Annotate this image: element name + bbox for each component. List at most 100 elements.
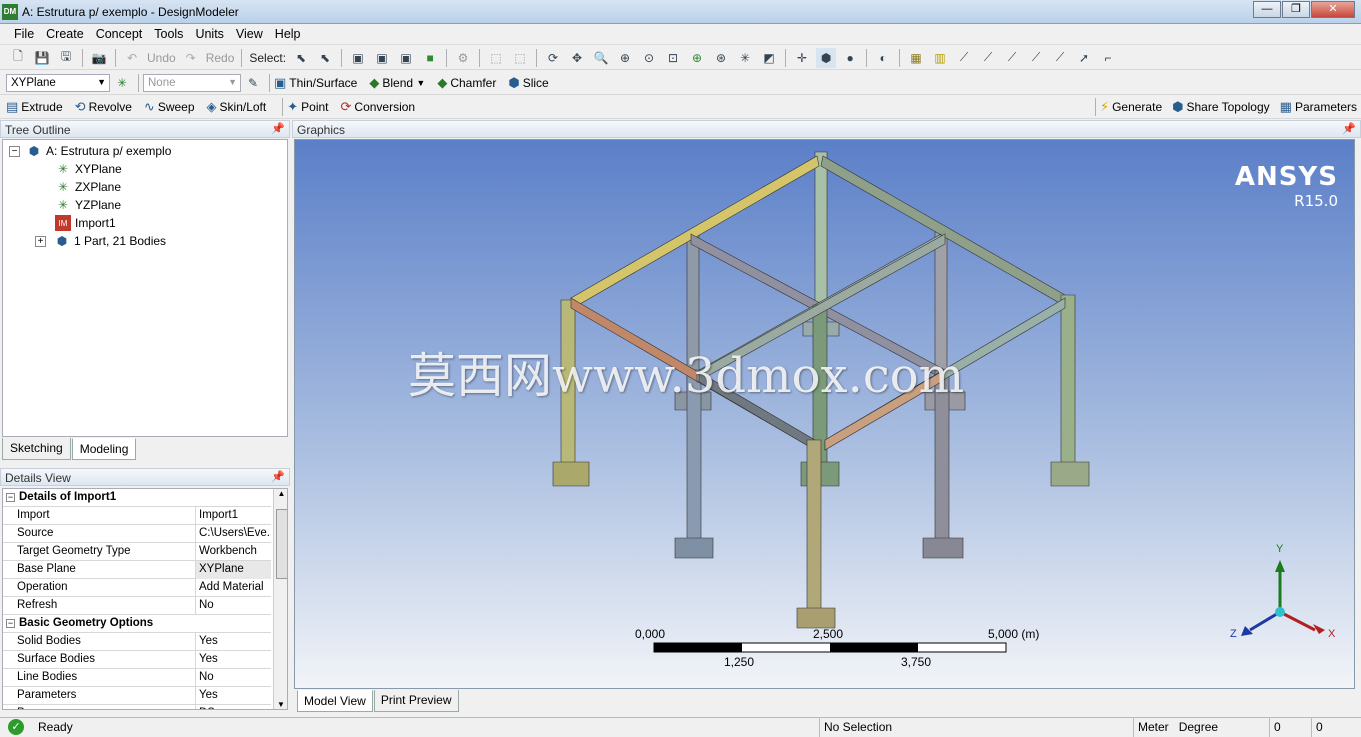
details-value[interactable]: XYPlane bbox=[195, 561, 271, 579]
line-tool3-icon[interactable]: ⟋ bbox=[1002, 48, 1022, 68]
tree-item-yzplane[interactable]: ✳ YZPlane bbox=[55, 196, 121, 214]
plane-select[interactable]: XYPlane ▼ bbox=[6, 73, 110, 92]
details-value[interactable]: Yes bbox=[195, 633, 271, 651]
details-value[interactable]: Yes bbox=[195, 651, 271, 669]
tree-item-import1[interactable]: IM Import1 bbox=[55, 214, 116, 232]
close-button[interactable]: ✕ bbox=[1311, 1, 1355, 18]
share-topology-button[interactable]: ⬢ Share Topology bbox=[1172, 99, 1270, 115]
select-mode-icon[interactable]: ⬉ bbox=[315, 48, 335, 68]
menu-help[interactable]: Help bbox=[269, 27, 307, 41]
tree-item-zxplane[interactable]: ✳ ZXPlane bbox=[55, 178, 121, 196]
collapse-icon[interactable]: − bbox=[6, 619, 15, 628]
zoom-to-fit-icon[interactable]: ⊕ bbox=[687, 48, 707, 68]
details-row[interactable]: Operation Add Material bbox=[3, 579, 271, 597]
point-button[interactable]: ✦ Point bbox=[287, 99, 328, 115]
tab-sketching[interactable]: Sketching bbox=[2, 438, 71, 460]
pin-tool-icon[interactable]: ➚ bbox=[1074, 48, 1094, 68]
details-row[interactable]: Import Import1 bbox=[3, 507, 271, 525]
details-value[interactable]: No bbox=[195, 669, 271, 687]
menu-concept[interactable]: Concept bbox=[90, 27, 149, 41]
details-group[interactable]: − Basic Geometry Options bbox=[3, 615, 271, 633]
details-value[interactable]: Import1 bbox=[195, 507, 271, 525]
tree-root[interactable]: − ⬢ A: Estrutura p/ exemplo bbox=[9, 142, 171, 160]
details-value[interactable]: Yes bbox=[195, 687, 271, 705]
details-value[interactable]: Add Material bbox=[195, 579, 271, 597]
select-cursor-icon[interactable]: ⬉ bbox=[291, 48, 311, 68]
select-edge-icon[interactable]: ▣ bbox=[372, 48, 392, 68]
select-point-icon[interactable]: ▣ bbox=[348, 48, 368, 68]
zoom-box-icon[interactable]: ⊙ bbox=[639, 48, 659, 68]
details-row[interactable]: Refresh No bbox=[3, 597, 271, 615]
sweep-button[interactable]: ∿ Sweep bbox=[144, 99, 195, 115]
generate-button[interactable]: ⚡ Generate bbox=[1100, 99, 1162, 115]
details-row[interactable]: Parameters Yes bbox=[3, 687, 271, 705]
line-tool4-icon[interactable]: ⟋ bbox=[1026, 48, 1046, 68]
skin-loft-button[interactable]: ◈ Skin/Loft bbox=[207, 99, 267, 115]
triad-icon[interactable]: ✛ bbox=[792, 48, 812, 68]
display-point-icon[interactable]: ● bbox=[840, 48, 860, 68]
sketch-select[interactable]: None ▼ bbox=[143, 73, 241, 92]
new-sketch-icon[interactable]: ✎ bbox=[243, 73, 263, 93]
chamfer-button[interactable]: ◆ Chamfer bbox=[437, 75, 496, 91]
new-plane-icon[interactable]: ✳ bbox=[112, 73, 132, 93]
model-structure[interactable] bbox=[295, 140, 1355, 689]
save-icon[interactable]: 💾 bbox=[32, 48, 52, 68]
display-color-icon[interactable]: ▦ bbox=[906, 48, 926, 68]
details-row[interactable]: Surface Bodies Yes bbox=[3, 651, 271, 669]
details-row[interactable]: Source C:\Users\Eve... bbox=[3, 525, 271, 543]
details-value[interactable]: No bbox=[195, 597, 271, 615]
expand-icon[interactable]: + bbox=[35, 235, 46, 247]
scroll-thumb[interactable] bbox=[276, 509, 287, 579]
zoom-icon[interactable]: 🔍 bbox=[591, 48, 611, 68]
hide-icon[interactable]: ◐ bbox=[873, 48, 893, 68]
maximize-button[interactable]: ❐ bbox=[1282, 1, 1310, 18]
display-edges-icon[interactable]: ▥ bbox=[930, 48, 950, 68]
menu-view[interactable]: View bbox=[230, 27, 269, 41]
details-value[interactable]: C:\Users\Eve... bbox=[195, 525, 271, 543]
iso-view-icon[interactable]: ✳ bbox=[735, 48, 755, 68]
revolve-button[interactable]: ⟲ Revolve bbox=[75, 99, 132, 115]
thin-surface-button[interactable]: ▣ Thin/Surface bbox=[274, 75, 357, 91]
zoom-in-icon[interactable]: ⊕ bbox=[615, 48, 635, 68]
box-select2-icon[interactable]: ⬚ bbox=[510, 48, 530, 68]
display-model-icon[interactable]: ⬢ bbox=[816, 47, 837, 68]
scroll-up-icon[interactable]: ▲ bbox=[274, 489, 287, 498]
blend-button[interactable]: ◆ Blend ▼ bbox=[369, 75, 425, 91]
menu-create[interactable]: Create bbox=[40, 27, 90, 41]
pin-icon[interactable]: 📌 bbox=[1342, 122, 1356, 135]
line-tool5-icon[interactable]: ⟋ bbox=[1050, 48, 1070, 68]
tree-item-xyplane[interactable]: ✳ XYPlane bbox=[55, 160, 122, 178]
tab-print-preview[interactable]: Print Preview bbox=[373, 690, 459, 712]
undo-icon[interactable]: ↶ bbox=[122, 48, 142, 68]
line-tool1-icon[interactable]: ⟋ bbox=[954, 48, 974, 68]
box-select-icon[interactable]: ⬚ bbox=[486, 48, 506, 68]
details-row[interactable]: Line Bodies No bbox=[3, 669, 271, 687]
save-as-icon[interactable]: 🖫 bbox=[56, 48, 76, 68]
line-tool2-icon[interactable]: ⟋ bbox=[978, 48, 998, 68]
redo-icon[interactable]: ↷ bbox=[181, 48, 201, 68]
tab-model-view[interactable]: Model View bbox=[297, 690, 373, 712]
collapse-icon[interactable]: − bbox=[6, 493, 15, 502]
conversion-button[interactable]: ⟳ Conversion bbox=[341, 99, 416, 115]
details-value[interactable]: Workbench bbox=[195, 543, 271, 561]
parameters-button[interactable]: ▦ Parameters bbox=[1280, 99, 1357, 115]
rotate-icon[interactable]: ⟳ bbox=[543, 48, 563, 68]
pin-icon[interactable]: 📌 bbox=[271, 470, 285, 483]
menu-file[interactable]: File bbox=[8, 27, 40, 41]
details-group[interactable]: − Details of Import1 bbox=[3, 489, 271, 507]
new-icon[interactable]: 🗋 bbox=[8, 48, 28, 68]
graphics-viewport[interactable]: ANSYS R15.0 莫西网www.3dmox.com 0,000 2,500… bbox=[294, 139, 1355, 689]
scroll-down-icon[interactable]: ▼ bbox=[277, 700, 285, 709]
details-scrollbar[interactable]: ▲ ▼ bbox=[273, 489, 287, 709]
details-row[interactable]: Solid Bodies Yes bbox=[3, 633, 271, 651]
redo-button[interactable]: Redo bbox=[206, 51, 235, 65]
extrude-button[interactable]: ▤ Extrude bbox=[6, 99, 63, 115]
select-face-icon[interactable]: ▣ bbox=[396, 48, 416, 68]
slice-button[interactable]: ⬢ Slice bbox=[508, 75, 548, 91]
measure-tool-icon[interactable]: ⌐ bbox=[1098, 48, 1118, 68]
screenshot-icon[interactable]: 📷 bbox=[89, 48, 109, 68]
undo-button[interactable]: Undo bbox=[147, 51, 176, 65]
details-row[interactable]: Target Geometry Type Workbench bbox=[3, 543, 271, 561]
tree-item-parts[interactable]: + ⬢ 1 Part, 21 Bodies bbox=[35, 232, 166, 250]
look-at-icon[interactable]: ◩ bbox=[759, 48, 779, 68]
